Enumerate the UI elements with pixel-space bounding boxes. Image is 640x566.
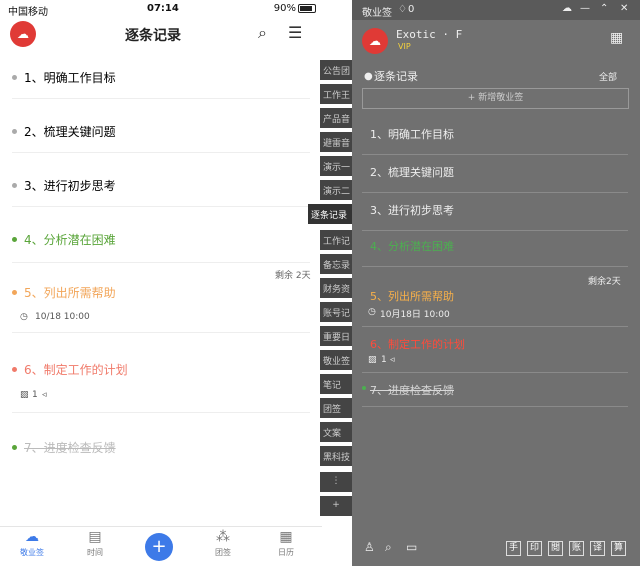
nav-label: 敬业签 [20,548,44,557]
calendar-16-icon: ▦ [279,529,293,545]
tool-button[interactable]: 手 [506,541,521,556]
clock-icon: ◷ [20,312,28,322]
cloud-sync-icon[interactable]: ☁ [562,3,572,14]
tab[interactable]: 工作记 [320,230,352,250]
add-tab-button[interactable]: + [320,496,352,516]
nav-item[interactable]: ▤ 时间 [70,529,120,558]
note-text: 5、列出所需帮助 [24,286,116,300]
reminder-time: 10/18 10:00 [35,312,90,322]
nav-label: 团签 [215,548,231,557]
tool-button[interactable]: 账 [569,541,584,556]
note-text: 2、梳理关键问题 [24,125,116,139]
search-icon[interactable]: ⌕ [385,540,392,555]
carrier: 中国移动 [8,7,48,18]
note-text: 1、明确工作目标 [24,71,116,85]
tab[interactable]: 笔记 [320,374,352,394]
note-text: 1、明确工作目标 [370,128,454,141]
nav-item[interactable]: ▦ 日历 [261,529,311,558]
audio-icon: ◃ [42,390,47,400]
clock: 07:14 [147,3,179,14]
note-text: 3、进行初步思考 [24,179,116,193]
calendar-icon[interactable]: ▦ [610,30,623,46]
nav-label: 日历 [278,548,294,557]
user-icon[interactable]: ♙ [364,540,375,554]
image-icon: ▨ [368,355,377,365]
tab[interactable]: 团签 [320,398,352,418]
tab-active[interactable]: 逐条记录 [308,204,352,224]
new-note-input[interactable]: + 新增敬业签 [362,88,629,109]
note-text: 6、制定工作的计划 [24,363,128,377]
battery-icon [298,3,316,13]
reminder-time: 10月18日 10:00 [380,310,450,320]
bell-icon: ♢ [398,4,407,15]
tab[interactable]: 演示二 [320,180,352,200]
tab[interactable]: 产品音 [320,108,352,128]
cloud-logo[interactable]: ☁ [362,28,388,54]
user-name: Exotic · F [396,28,463,41]
tab[interactable]: 敬业签 [320,350,352,370]
note-text: 5、列出所需帮助 [370,290,454,303]
top-bar: ☁ 逐条记录 ⌕ ☰ [0,18,322,50]
tab[interactable]: 财务资 [320,278,352,298]
tab[interactable]: 避雷音 [320,132,352,152]
battery: 90% [274,3,316,14]
tool-button[interactable]: 閲 [548,541,563,556]
clock-icon: ◷ [368,307,376,317]
remaining-days: 剩余 2天 [275,271,311,281]
vip-badge: VIP [398,42,411,51]
nav-item[interactable]: ⁂ 团签 [198,529,248,558]
note-text: 2、梳理关键问题 [370,166,454,179]
cloud-icon: ☁ [25,529,39,545]
attachment-count: 1 [32,390,38,400]
desktop-app: 敬业签 ♢ 0 ☁ — ⌃ ✕ ☁ Exotic · F VIP ▦ ● 逐条记… [352,0,640,566]
message-icon[interactable]: ▭ [406,540,417,554]
more-tabs-button[interactable]: ⋮ [320,472,352,492]
note-text: 6、制定工作的计划 [370,338,465,351]
cloud-logo[interactable]: ☁ [10,21,36,47]
tool-button[interactable]: 译 [590,541,605,556]
calendar-icon: ▤ [88,529,102,545]
tab[interactable]: 演示一 [320,156,352,176]
tab[interactable]: 备忘录 [320,254,352,274]
filter-dropdown[interactable]: 全部 [599,70,617,83]
audio-icon: ◃ [390,355,395,365]
list-title: 逐条记录 [374,70,418,83]
group-icon: ⁂ [216,529,230,545]
tab[interactable]: 黑科技 [320,446,352,466]
collapse-icon[interactable]: ⌃ [600,3,608,14]
tab[interactable]: 工作王 [320,84,352,104]
menu-icon[interactable]: ☰ [288,23,302,42]
bottom-toolbar: ♙ ⌕ ▭ 手 印 閲 账 译 算 [352,537,640,565]
tab[interactable]: 公告团 [320,60,352,80]
minimize-icon[interactable]: — [580,3,590,14]
bullet-icon: ● [364,71,373,82]
mobile-app: 中国移动 07:14 90% ☁ 逐条记录 ⌕ ☰ 1、明确工作目标 2、梳理关… [0,0,322,566]
note-text: 4、分析潜在困难 [24,233,116,247]
tool-button[interactable]: 印 [527,541,542,556]
nav-label: 时间 [87,548,103,557]
search-icon[interactable]: ⌕ [258,23,267,43]
status-bar: 中国移动 07:14 90% [0,0,322,18]
window-bar: 敬业签 ♢ 0 ☁ — ⌃ ✕ [352,0,640,20]
app-name: 敬业签 [362,8,392,19]
image-icon: ▨ [20,390,29,400]
add-button[interactable]: + [145,533,173,561]
tab[interactable]: 重要日 [320,326,352,346]
tab[interactable]: 文案 [320,422,352,442]
tool-button[interactable]: 算 [611,541,626,556]
close-icon[interactable]: ✕ [620,3,628,14]
battery-level: 90% [273,3,296,14]
tab[interactable]: 账号记 [320,302,352,322]
note-text: 7、进度检查反馈 [370,384,454,397]
user-header: ☁ Exotic · F VIP ▦ [352,20,640,65]
note-text: 7、进度检查反馈 [24,441,116,455]
attachment-count: 1 [381,355,387,365]
notification-count: 0 [408,4,415,15]
note-text: 3、进行初步思考 [370,204,454,217]
nav-item[interactable]: ☁ 敬业签 [7,529,57,558]
remaining-days: 剩余2天 [588,277,621,287]
page-title: 逐条记录 [125,28,181,44]
note-text: 4、分析潜在困难 [370,240,454,253]
